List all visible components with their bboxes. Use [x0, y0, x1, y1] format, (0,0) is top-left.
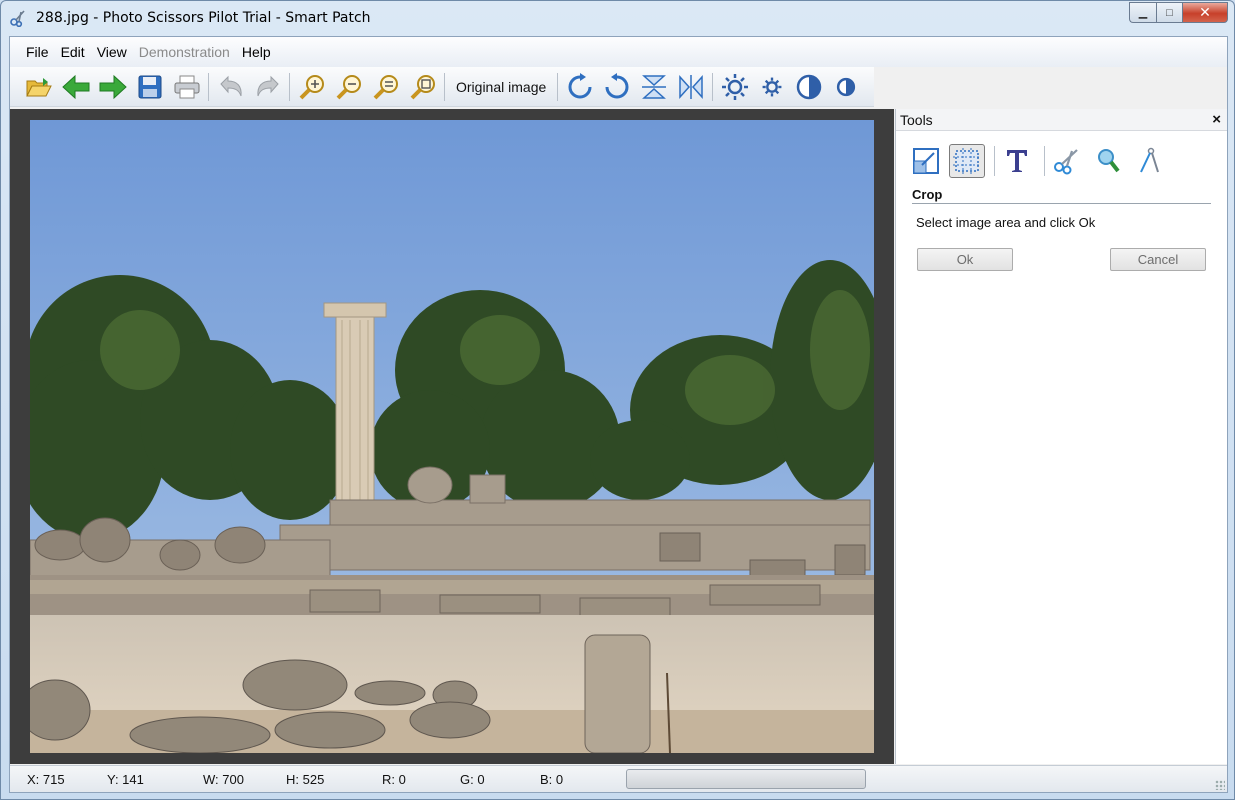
- zoom-out-button[interactable]: [330, 70, 367, 104]
- tool-separator: [1044, 146, 1045, 176]
- menu-view[interactable]: View: [91, 44, 133, 60]
- toolbar-separator: [444, 72, 445, 101]
- back-arrow-icon: [61, 74, 89, 99]
- crop-section-title: Crop: [912, 187, 1211, 204]
- magnifier-icon: [1098, 149, 1120, 173]
- app-window: 288.jpg - Photo Scissors Pilot Trial - S…: [0, 0, 1235, 800]
- scissors-icon: [1054, 149, 1078, 175]
- status-width: W: 700: [203, 772, 244, 787]
- redo-button[interactable]: [249, 70, 286, 104]
- flip-horizontal-button[interactable]: [672, 70, 709, 104]
- tool-scissors[interactable]: [1049, 144, 1085, 178]
- rotate-clockwise-icon: [568, 72, 592, 98]
- crop-buttons: Ok Cancel: [896, 248, 1227, 288]
- back-button[interactable]: [57, 70, 94, 104]
- status-bar: X: 715 Y: 141 W: 700 H: 525 R: 0 G: 0 B:…: [10, 765, 1227, 792]
- zoom-actual-icon: [410, 74, 435, 99]
- brightness-up-button[interactable]: [716, 70, 753, 104]
- maximize-button[interactable]: □: [1156, 2, 1182, 23]
- client-area: File Edit View Demonstration Help Origin…: [9, 36, 1228, 793]
- open-button[interactable]: [20, 70, 57, 104]
- undo-button[interactable]: [212, 70, 249, 104]
- compass-icon: [1140, 147, 1159, 173]
- cancel-button[interactable]: Cancel: [1110, 248, 1206, 271]
- zoom-fit-icon: [373, 74, 398, 99]
- redo-icon: [256, 75, 279, 96]
- toolbar-separator: [289, 72, 290, 101]
- status-y: Y: 141: [107, 772, 144, 787]
- tools-panel-title: Tools: [900, 111, 933, 128]
- status-blue: B: 0: [540, 772, 564, 787]
- tools-panel-close-button[interactable]: ×: [1212, 111, 1221, 128]
- resize-icon: [913, 148, 939, 174]
- menu-edit[interactable]: Edit: [55, 44, 91, 60]
- window-title: 288.jpg - Photo Scissors Pilot Trial - S…: [36, 10, 371, 26]
- zoom-in-icon: [299, 74, 324, 99]
- brightness-down-icon: [762, 77, 782, 96]
- title-bar[interactable]: 288.jpg - Photo Scissors Pilot Trial - S…: [1, 1, 1234, 35]
- tool-resize[interactable]: [908, 144, 944, 178]
- toolbar-separator: [557, 72, 559, 101]
- minimize-button[interactable]: ▁: [1129, 2, 1156, 23]
- status-x: X: 715: [27, 772, 65, 787]
- contrast-down-icon: [836, 77, 855, 96]
- resize-grip[interactable]: [1215, 780, 1225, 790]
- rotate-clockwise-button[interactable]: [561, 70, 598, 104]
- status-red: R: 0: [382, 772, 406, 787]
- flip-vertical-icon: [641, 74, 666, 99]
- menu-bar: File Edit View Demonstration Help: [10, 37, 1227, 67]
- crop-hint: Select image area and click Ok: [916, 215, 1096, 230]
- text-icon: [1007, 150, 1027, 172]
- forward-arrow-icon: [99, 74, 127, 99]
- contrast-up-icon: [796, 74, 822, 99]
- open-folder-icon: [25, 77, 52, 96]
- brightness-up-icon: [721, 73, 748, 100]
- tool-compass[interactable]: [1131, 144, 1167, 178]
- tools-panel: Tools × Crop Select image area and click…: [895, 109, 1227, 764]
- zoom-out-icon: [336, 74, 361, 99]
- toolbar-separator: [208, 72, 209, 101]
- menu-demonstration[interactable]: Demonstration: [133, 44, 236, 60]
- progress-bar: [626, 769, 866, 789]
- print-button[interactable]: [168, 70, 205, 104]
- contrast-down-button[interactable]: [827, 70, 864, 104]
- print-icon: [174, 75, 199, 98]
- toolbar: Original image: [10, 67, 874, 107]
- save-button[interactable]: [131, 70, 168, 104]
- window-controls: ▁ □ ✕: [1129, 2, 1228, 23]
- zoom-fit-button[interactable]: [367, 70, 404, 104]
- forward-button[interactable]: [94, 70, 131, 104]
- menu-file[interactable]: File: [20, 44, 55, 60]
- tool-text[interactable]: [999, 144, 1035, 178]
- menu-help[interactable]: Help: [236, 44, 277, 60]
- tools-panel-header: Tools ×: [896, 109, 1227, 131]
- brightness-down-button[interactable]: [753, 70, 790, 104]
- zoom-actual-button[interactable]: [404, 70, 441, 104]
- image-canvas[interactable]: [10, 109, 894, 764]
- tool-magnifier[interactable]: [1090, 144, 1126, 178]
- photo-image[interactable]: [30, 120, 874, 753]
- original-image-button[interactable]: Original image: [448, 79, 554, 95]
- ruins-photo: [30, 120, 874, 753]
- tool-crop[interactable]: [949, 144, 985, 178]
- rotate-counterclockwise-icon: [605, 72, 629, 98]
- ok-button[interactable]: Ok: [917, 248, 1013, 271]
- crop-icon: [953, 148, 981, 174]
- contrast-up-button[interactable]: [790, 70, 827, 104]
- status-green: G: 0: [460, 772, 485, 787]
- flip-horizontal-icon: [679, 74, 703, 99]
- tool-separator: [994, 146, 995, 176]
- scissors-app-icon[interactable]: [10, 9, 28, 28]
- rotate-counterclockwise-button[interactable]: [598, 70, 635, 104]
- zoom-in-button[interactable]: [293, 70, 330, 104]
- toolbar-separator: [712, 72, 714, 101]
- flip-vertical-button[interactable]: [635, 70, 672, 104]
- save-icon: [138, 75, 161, 98]
- tool-selector: [896, 131, 1227, 181]
- undo-icon: [219, 75, 242, 96]
- status-height: H: 525: [286, 772, 325, 787]
- close-button[interactable]: ✕: [1182, 2, 1228, 23]
